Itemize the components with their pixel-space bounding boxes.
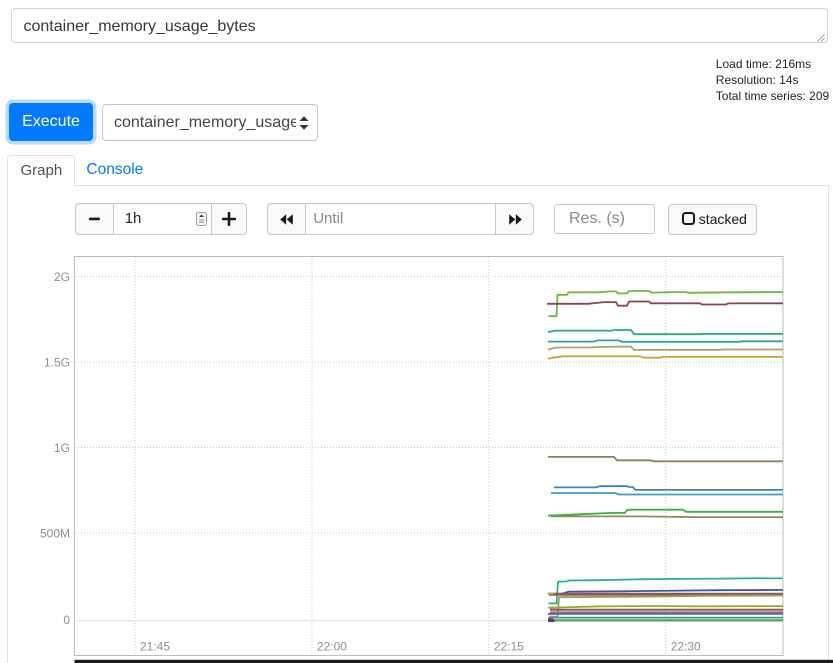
svg-text:1.5G: 1.5G	[44, 355, 70, 369]
svg-text:22:00: 22:00	[317, 640, 347, 654]
svg-text:22:15: 22:15	[494, 640, 524, 654]
svg-text:2G: 2G	[54, 270, 70, 284]
svg-text:1G: 1G	[54, 441, 70, 455]
svg-text:0: 0	[63, 613, 70, 627]
svg-text:21:45: 21:45	[140, 640, 170, 654]
svg-text:500M: 500M	[40, 526, 70, 540]
svg-text:22:30: 22:30	[671, 640, 701, 654]
